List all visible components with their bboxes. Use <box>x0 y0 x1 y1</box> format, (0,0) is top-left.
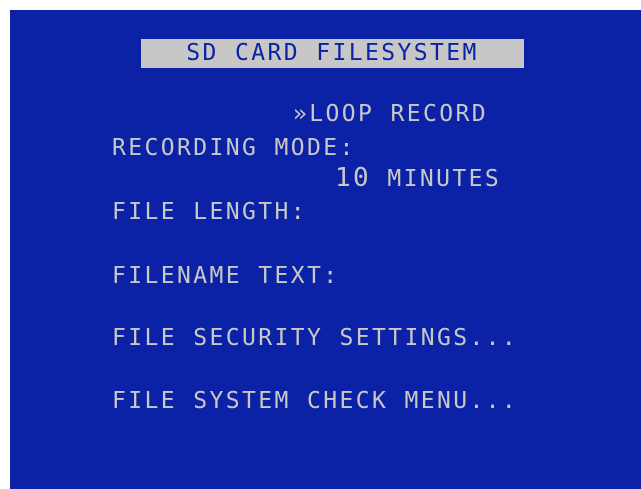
menu-item-label: FILE SYSTEM CHECK MENU... <box>112 388 519 414</box>
file-length-number: 10 <box>335 163 372 193</box>
osd-screen: SD CARD FILESYSTEM RECORDING MODE: »LOOP… <box>10 10 641 489</box>
menu-item-label: FILE LENGTH: <box>112 199 307 225</box>
file-length-unit: MINUTES <box>371 166 502 192</box>
menu-title: SD CARD FILESYSTEM <box>141 39 524 68</box>
menu-item-filename-text[interactable]: FILENAME TEXT: <box>47 225 339 289</box>
menu-item-file-length[interactable]: FILE LENGTH: 10 MINUTES <box>47 161 499 225</box>
menu-item-file-security-settings[interactable]: FILE SECURITY SETTINGS... <box>47 287 518 351</box>
menu-item-label: FILE SECURITY SETTINGS... <box>112 325 519 351</box>
menu-item-file-system-check[interactable]: FILE SYSTEM CHECK MENU... <box>47 350 518 414</box>
menu-item-recording-mode[interactable]: RECORDING MODE: »LOOP RECORD <box>47 97 486 161</box>
menu-item-label: RECORDING MODE: <box>112 135 356 161</box>
menu-item-label: FILENAME TEXT: <box>112 263 340 289</box>
recording-mode-value[interactable]: »LOOP RECORD <box>293 97 488 131</box>
file-length-value[interactable]: 10 MINUTES <box>335 161 501 196</box>
